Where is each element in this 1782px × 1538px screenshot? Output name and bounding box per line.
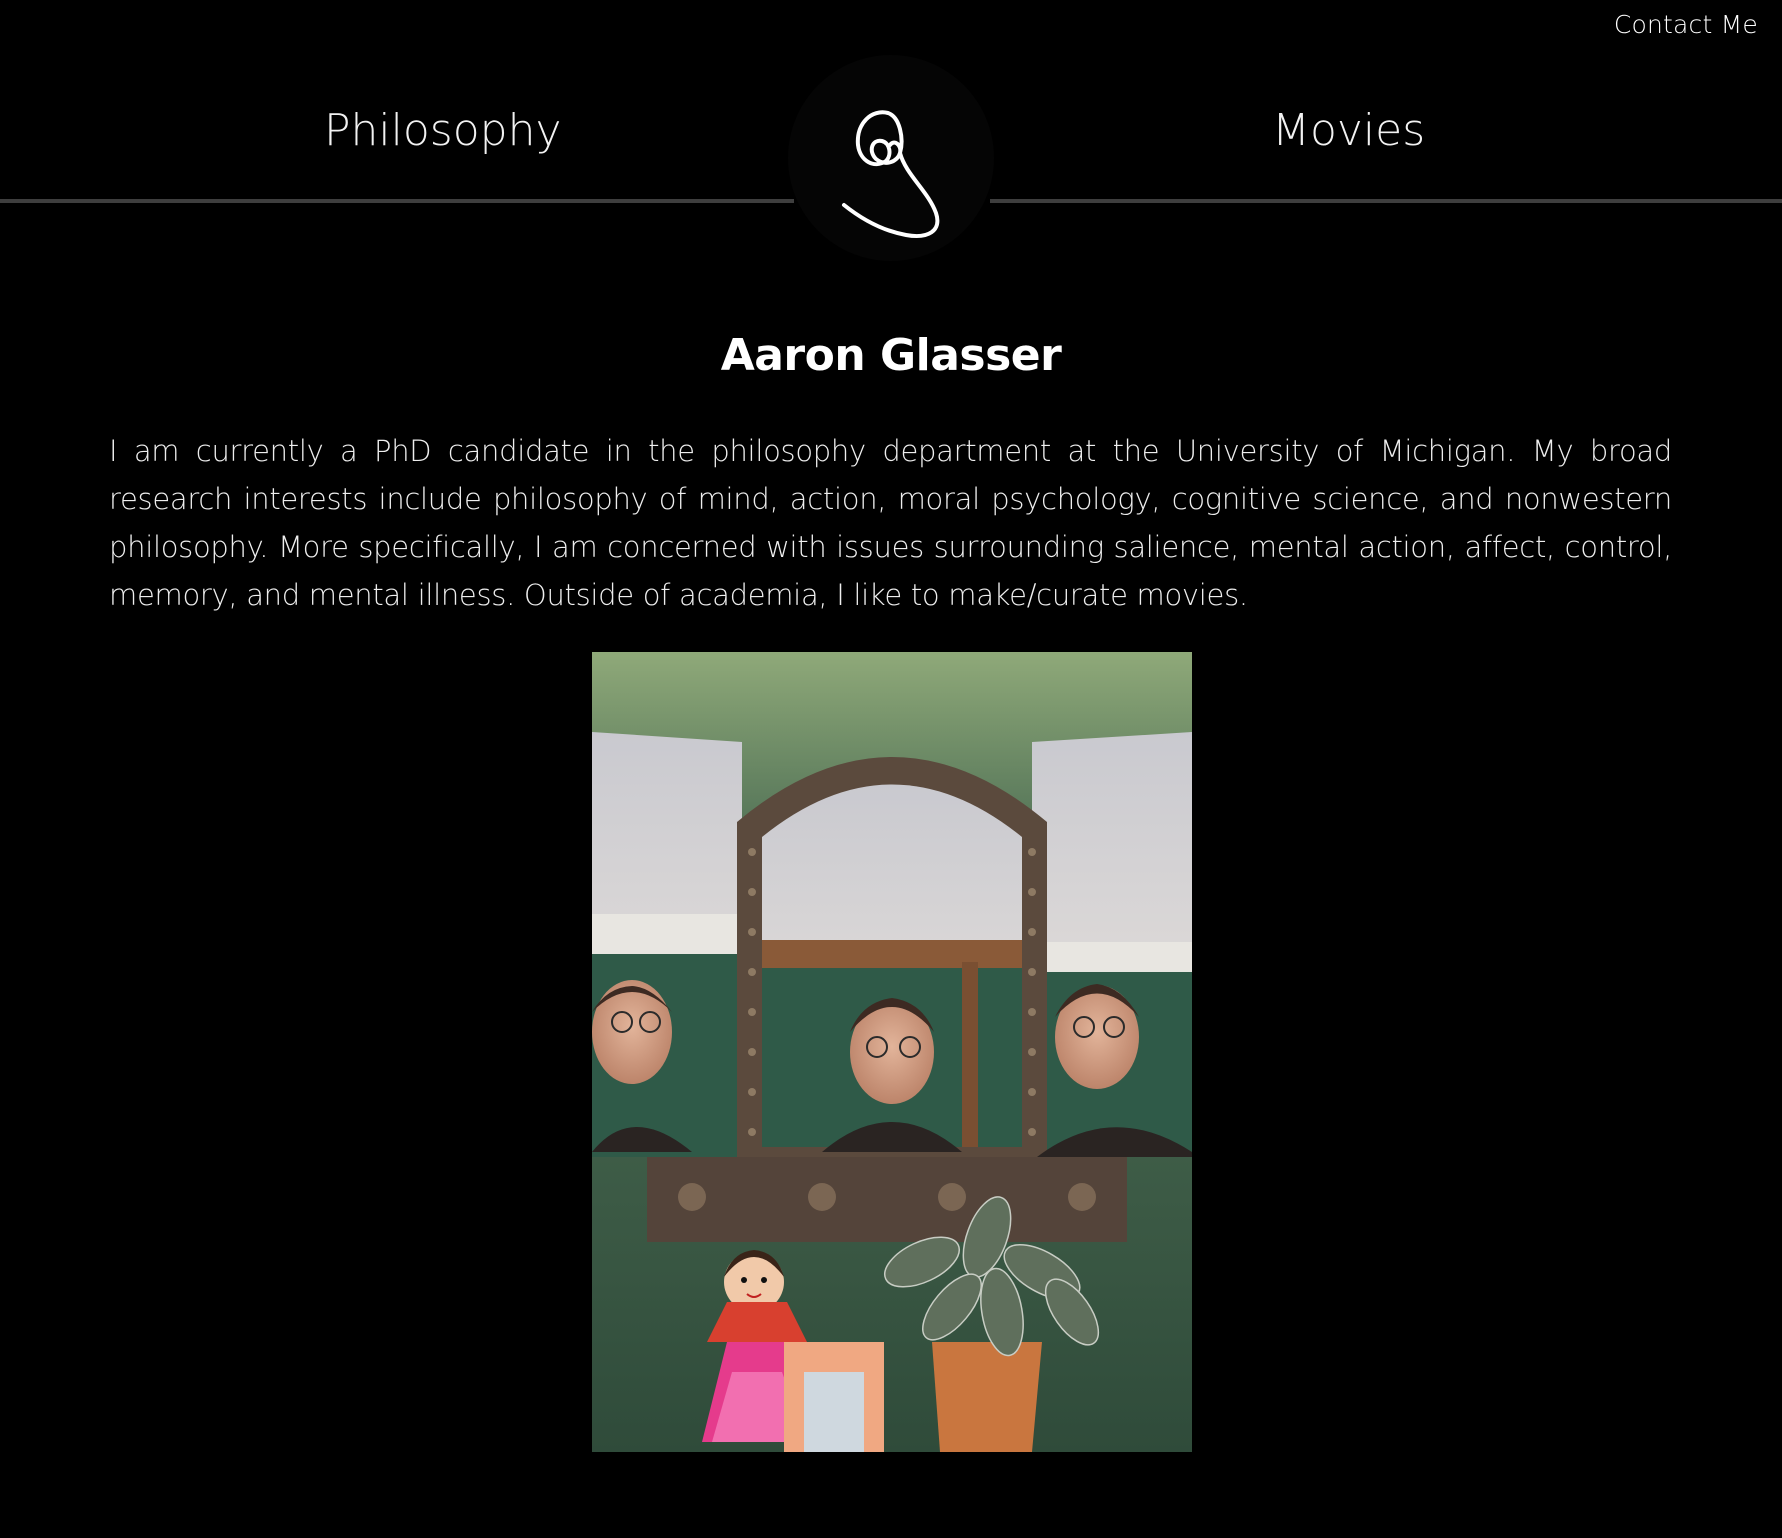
bio-paragraph: I am currently a PhD candidate in the ph… [109, 434, 1672, 612]
contact-me-link[interactable]: Contact Me [1614, 10, 1758, 39]
nav-divider-right [990, 199, 1782, 203]
portrait-photo [592, 652, 1192, 1452]
nav-movies-link[interactable]: Movies [1272, 105, 1425, 156]
nav-philosophy-link[interactable]: Philosophy [324, 105, 562, 156]
nav-divider-left [0, 199, 794, 203]
page-title: Aaron Glasser [720, 330, 1062, 381]
signature-logo-icon[interactable] [788, 55, 994, 261]
